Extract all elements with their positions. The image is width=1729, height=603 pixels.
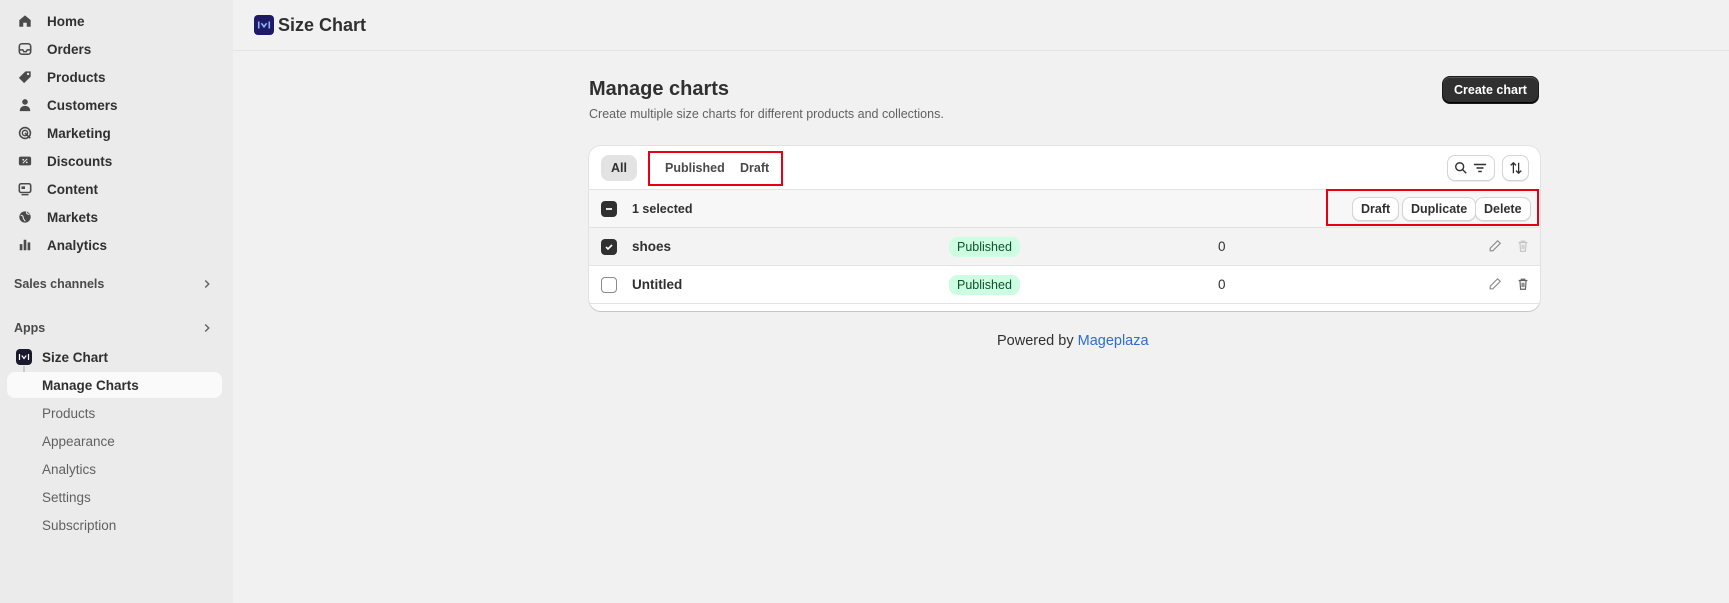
- nav-analytics[interactable]: Analytics: [7, 232, 222, 258]
- nav-discounts[interactable]: Discounts: [7, 148, 222, 174]
- nav-label: Analytics: [47, 237, 108, 253]
- pencil-icon: [1489, 277, 1502, 290]
- charts-table-card: All Published Draft 1 selected Draft Dup…: [589, 146, 1540, 311]
- target-icon: [16, 124, 34, 142]
- nav-customers[interactable]: Customers: [7, 92, 222, 118]
- delete-button[interactable]: [1514, 237, 1532, 255]
- selected-count: 1 selected: [632, 202, 693, 216]
- create-chart-button[interactable]: Create chart: [1442, 76, 1539, 104]
- bar-chart-icon: [16, 236, 34, 254]
- nav-home[interactable]: Home: [7, 8, 222, 34]
- app-item-label: Subscription: [42, 517, 117, 533]
- app-item-subscription[interactable]: Subscription: [7, 512, 222, 538]
- search-filter-button[interactable]: [1447, 155, 1495, 181]
- nav-products[interactable]: Products: [7, 64, 222, 90]
- app-item-label: Products: [42, 405, 96, 421]
- page-subtitle: Create multiple size charts for differen…: [589, 107, 944, 121]
- trash-icon: [1518, 240, 1528, 252]
- size-chart-logo-icon: [254, 15, 274, 35]
- row-checkbox[interactable]: [601, 277, 617, 293]
- checkmark-icon: [605, 244, 613, 251]
- nav-markets[interactable]: Markets: [7, 204, 222, 230]
- bulk-duplicate-button[interactable]: Duplicate: [1402, 197, 1477, 221]
- sales-channels-label: Sales channels: [14, 277, 105, 291]
- app-title: Size Chart: [278, 14, 367, 35]
- nav-label: Home: [47, 13, 85, 29]
- page-title: Manage charts: [589, 78, 730, 100]
- nav-label: Orders: [47, 41, 92, 57]
- nav-label: Marketing: [47, 125, 111, 141]
- bulk-draft-button[interactable]: Draft: [1352, 197, 1400, 221]
- nav-content[interactable]: Content: [7, 176, 222, 202]
- edit-button[interactable]: [1486, 237, 1504, 255]
- chart-name[interactable]: shoes: [632, 239, 671, 254]
- globe-icon: [16, 208, 34, 226]
- filter-icon: [1473, 163, 1487, 173]
- chevron-right-icon: [204, 324, 210, 332]
- apps-header[interactable]: Apps: [14, 321, 214, 335]
- nav-orders[interactable]: Orders: [7, 36, 222, 62]
- discount-icon: [16, 152, 34, 170]
- app-item-appearance[interactable]: Appearance: [7, 428, 222, 454]
- sort-icon: [1509, 161, 1522, 175]
- size-chart-logo-icon: [16, 349, 32, 365]
- nav-label: Content: [47, 181, 98, 197]
- app-item-settings[interactable]: Settings: [7, 484, 222, 510]
- person-icon: [16, 96, 34, 114]
- app-item-products[interactable]: Products: [7, 400, 222, 426]
- table-row[interactable]: shoes Published 0: [589, 228, 1540, 266]
- app-size-chart[interactable]: Size Chart: [7, 344, 222, 370]
- bulk-delete-button[interactable]: Delete: [1475, 197, 1531, 221]
- bulk-actions-bar: 1 selected Draft Duplicate Delete: [589, 189, 1540, 228]
- chart-count: 0: [1218, 277, 1226, 292]
- chart-name[interactable]: Untitled: [632, 277, 682, 292]
- nav-label: Customers: [47, 97, 118, 113]
- row-checkbox[interactable]: [601, 239, 617, 255]
- minus-icon: [606, 208, 612, 210]
- apps-label: Apps: [14, 321, 46, 335]
- table-row[interactable]: Untitled Published 0: [589, 266, 1540, 304]
- search-icon: [1455, 162, 1467, 174]
- sidebar: Home Orders Products Customers Marketing…: [0, 0, 233, 603]
- sort-button[interactable]: [1502, 155, 1529, 181]
- app-item-label: Manage Charts: [42, 377, 139, 393]
- select-all-checkbox[interactable]: [601, 201, 617, 217]
- chevron-right-icon: [204, 280, 210, 288]
- filter-tabs: All Published Draft: [589, 146, 1540, 190]
- nav-label: Discounts: [47, 153, 113, 169]
- app-name: Size Chart: [42, 349, 109, 365]
- powered-by-label: Powered by: [997, 333, 1074, 349]
- chart-count: 0: [1218, 239, 1226, 254]
- nav-label: Products: [47, 69, 106, 85]
- edit-button[interactable]: [1486, 275, 1504, 293]
- status-badge: Published: [949, 237, 1020, 257]
- app-topbar: Size Chart: [233, 0, 1729, 51]
- tab-draft[interactable]: Draft: [730, 155, 779, 181]
- sales-channels-header[interactable]: Sales channels: [14, 277, 214, 291]
- home-icon: [16, 12, 34, 30]
- app-item-manage-charts[interactable]: Manage Charts: [7, 372, 222, 398]
- delete-button[interactable]: [1514, 275, 1532, 293]
- content-icon: [16, 180, 34, 198]
- nav-label: Markets: [47, 209, 99, 225]
- tag-icon: [16, 68, 34, 86]
- tab-all[interactable]: All: [601, 155, 637, 181]
- app-item-analytics[interactable]: Analytics: [7, 456, 222, 482]
- tab-published[interactable]: Published: [655, 155, 735, 181]
- trash-icon: [1518, 278, 1528, 290]
- app-item-label: Settings: [42, 489, 91, 505]
- pencil-icon: [1489, 239, 1502, 252]
- mageplaza-link[interactable]: Mageplaza: [1078, 333, 1149, 349]
- app-item-label: Appearance: [42, 433, 115, 449]
- nav-marketing[interactable]: Marketing: [7, 120, 222, 146]
- app-item-label: Analytics: [42, 461, 97, 477]
- inbox-icon: [16, 40, 34, 58]
- status-badge: Published: [949, 275, 1020, 295]
- powered-by: Powered by Mageplaza: [997, 333, 1149, 349]
